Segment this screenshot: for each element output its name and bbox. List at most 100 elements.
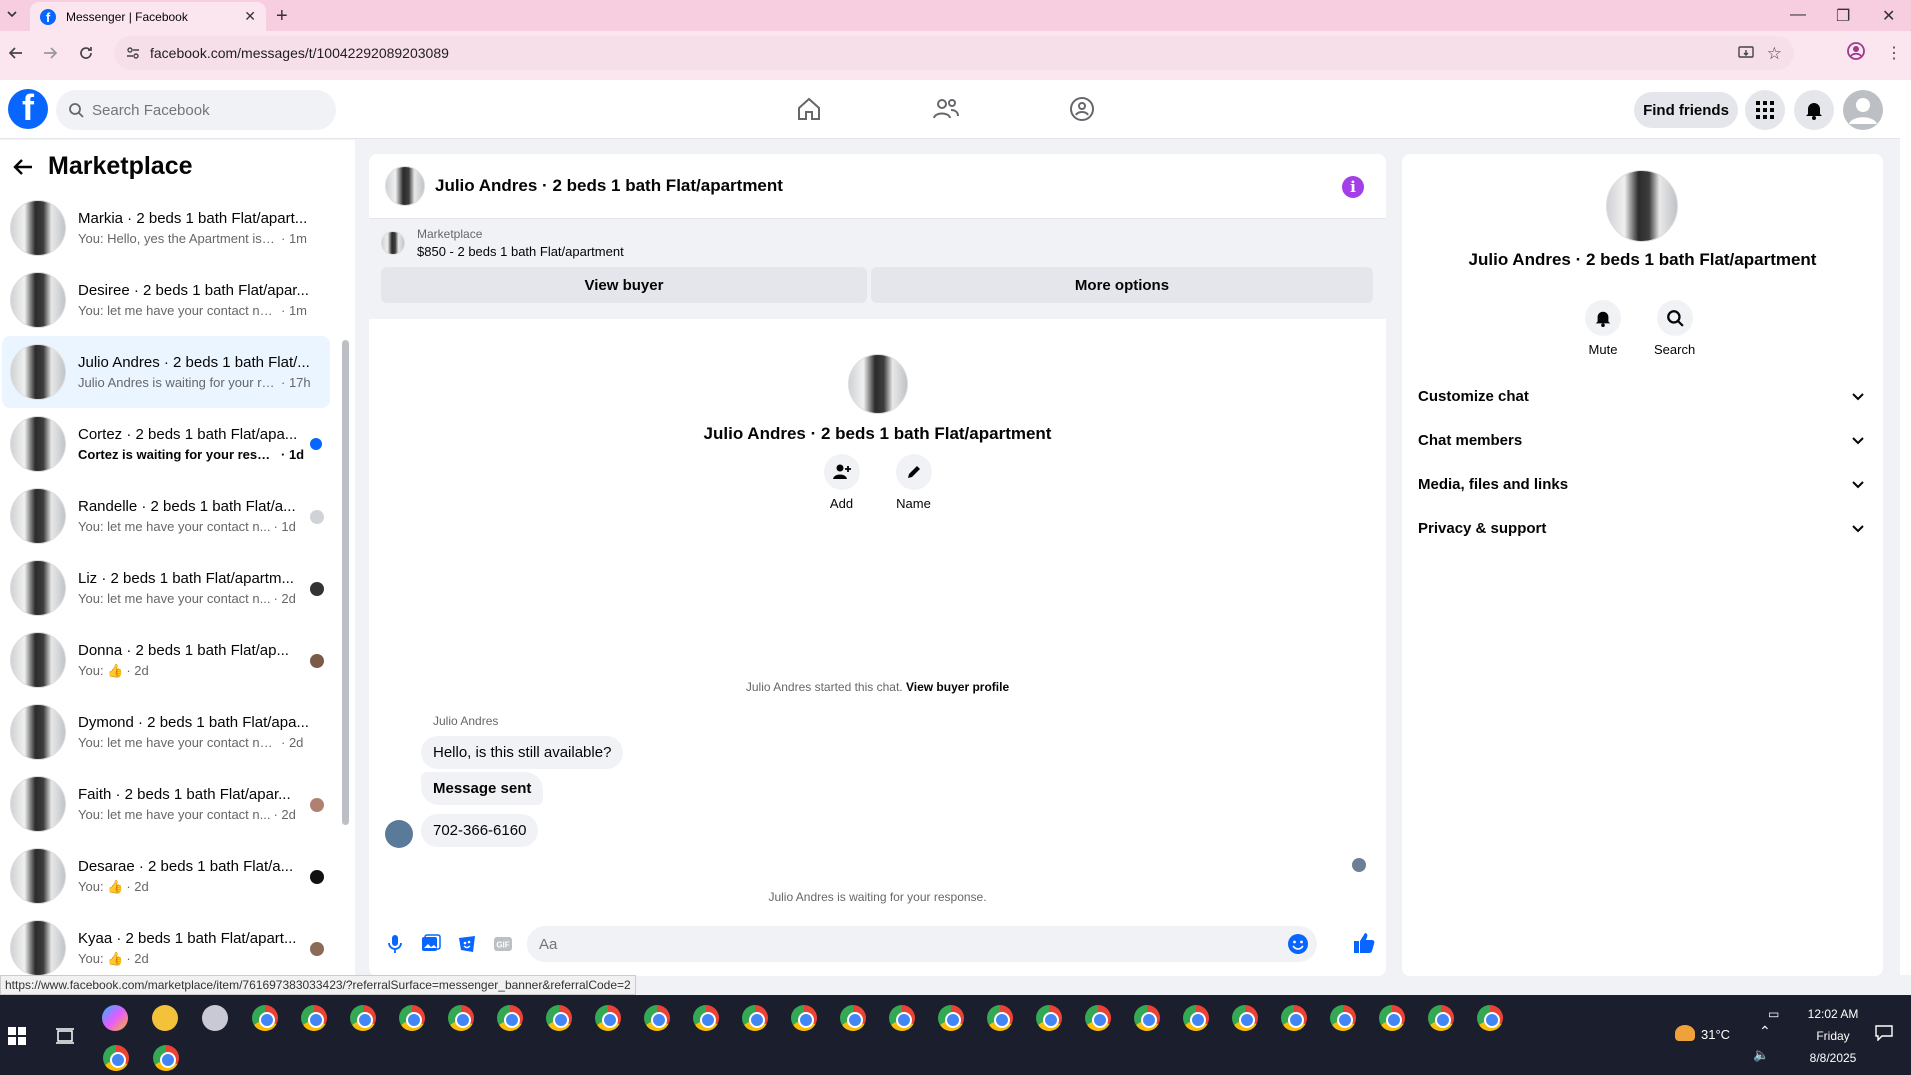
more-options-button[interactable]: More options [871, 267, 1373, 303]
chrome-icon[interactable] [546, 1005, 572, 1031]
chrome-icon[interactable] [840, 1005, 866, 1031]
facebook-search[interactable] [56, 90, 336, 130]
bookmark-star-icon[interactable]: ☆ [1767, 44, 1782, 64]
chrome-icon[interactable] [448, 1005, 474, 1031]
account-avatar[interactable] [1843, 90, 1883, 130]
profile-avatar[interactable] [847, 354, 908, 414]
conversation-item[interactable]: Markia · 2 beds 1 bath Flat/apart... You:… [2, 192, 330, 264]
conversation-item[interactable]: Donna · 2 beds 1 bath Flat/ap... You: 👍 · … [2, 624, 330, 696]
sidebar-scrollbar[interactable] [342, 340, 349, 825]
conversation-item[interactable]: Dymond · 2 beds 1 bath Flat/apa... You: l… [2, 696, 330, 768]
conversation-item[interactable]: Kyaa · 2 beds 1 bath Flat/apart... You: 👍… [2, 912, 330, 984]
home-icon[interactable] [796, 96, 822, 122]
chrome-icon[interactable] [889, 1005, 915, 1031]
chrome-icon[interactable] [595, 1005, 621, 1031]
chrome-icon[interactable] [252, 1005, 278, 1031]
browser-menu-icon[interactable]: ⋮ [1886, 43, 1902, 63]
section-privacy-support[interactable]: Privacy & support [1418, 506, 1873, 550]
conversation-item[interactable]: Randelle · 2 beds 1 bath Flat/a... You: l… [2, 480, 330, 552]
app-icon[interactable] [202, 1005, 228, 1031]
info-icon[interactable]: i [1342, 176, 1364, 198]
chrome-icon[interactable] [350, 1005, 376, 1031]
view-buyer-profile-link[interactable]: View buyer profile [906, 680, 1009, 694]
volume-icon[interactable]: 🔈 [1753, 1047, 1769, 1063]
browser-tab-messenger[interactable]: f Messenger | Facebook ✕ [30, 2, 266, 31]
find-friends-button[interactable]: Find friends [1634, 92, 1738, 128]
tray-chevron-icon[interactable]: ⌃ [1759, 1023, 1771, 1040]
chrome-icon[interactable] [301, 1005, 327, 1031]
conversation-item[interactable]: Faith · 2 beds 1 bath Flat/apar... You: l… [2, 768, 330, 840]
conversation-item[interactable]: Liz · 2 beds 1 bath Flat/apartm... You: l… [2, 552, 330, 624]
weather-icon[interactable] [1675, 1025, 1695, 1041]
conversation-item[interactable]: Julio Andres · 2 beds 1 bath Flat/... Jul… [2, 336, 330, 408]
notifications-button[interactable] [1794, 90, 1834, 130]
back-arrow-icon[interactable] [12, 156, 34, 178]
search-in-chat-button[interactable]: Search [1654, 300, 1695, 357]
chrome-icon[interactable] [1428, 1005, 1454, 1031]
message-input[interactable] [539, 935, 1239, 953]
add-person-button[interactable]: Add [806, 454, 878, 511]
restore-icon[interactable]: ❐ [1836, 6, 1850, 26]
file-explorer-icon[interactable] [152, 1005, 178, 1031]
message-bubble[interactable]: Message sent [421, 772, 544, 805]
listing-thumbnail[interactable] [381, 231, 405, 255]
chrome-icon[interactable] [1134, 1005, 1160, 1031]
task-view-icon[interactable] [56, 1027, 74, 1045]
page-scrollbar[interactable] [1900, 80, 1911, 975]
network-icon[interactable]: ▭ [1768, 1007, 1779, 1021]
chrome-icon[interactable] [103, 1045, 129, 1071]
chrome-icon[interactable] [693, 1005, 719, 1031]
details-avatar[interactable] [1606, 170, 1678, 242]
emoji-icon[interactable] [1287, 933, 1309, 955]
chat-title[interactable]: Julio Andres · 2 beds 1 bath Flat/apartm… [435, 176, 783, 196]
mute-button[interactable]: Mute [1585, 300, 1621, 357]
address-bar[interactable]: facebook.com/messages/t/1004229208920308… [114, 36, 1794, 70]
chrome-icon[interactable] [1232, 1005, 1258, 1031]
search-input[interactable] [92, 101, 322, 119]
view-buyer-button[interactable]: View buyer [381, 267, 867, 303]
sticker-icon[interactable] [457, 934, 477, 954]
clock-time[interactable]: 12:02 AM [1798, 1007, 1868, 1021]
section-media-files-links[interactable]: Media, files and links [1418, 462, 1873, 506]
listing-price[interactable]: $850 - 2 beds 1 bath Flat/apartment [417, 244, 624, 259]
message-bubble[interactable]: 702-366-6160 [421, 814, 539, 847]
conversation-item[interactable]: Cortez · 2 beds 1 bath Flat/apa... Cortez… [2, 408, 330, 480]
tab-list-chevron-icon[interactable] [6, 8, 18, 20]
windows-start-icon[interactable] [8, 1027, 26, 1045]
chrome-icon[interactable] [399, 1005, 425, 1031]
chrome-icon[interactable] [1183, 1005, 1209, 1031]
site-info-icon[interactable] [126, 46, 140, 60]
profile-icon[interactable] [1846, 41, 1866, 61]
chrome-icon[interactable] [497, 1005, 523, 1031]
edit-name-button[interactable]: Name [878, 454, 950, 511]
photo-icon[interactable] [421, 934, 441, 954]
chrome-icon[interactable] [938, 1005, 964, 1031]
conversation-item[interactable]: Desiree · 2 beds 1 bath Flat/apar... You:… [2, 264, 330, 336]
message-input-field[interactable] [527, 926, 1317, 962]
reload-icon[interactable] [78, 45, 94, 61]
chrome-icon[interactable] [644, 1005, 670, 1031]
chrome-icon[interactable] [742, 1005, 768, 1031]
section-customize-chat[interactable]: Customize chat [1418, 374, 1873, 418]
temperature[interactable]: 31°C [1701, 1027, 1741, 1042]
close-tab-icon[interactable]: ✕ [244, 8, 256, 25]
chat-avatar[interactable] [385, 166, 425, 206]
groups-icon[interactable] [1069, 96, 1095, 122]
clock-date[interactable]: 8/8/2025 [1798, 1051, 1868, 1065]
minimize-icon[interactable]: — [1790, 6, 1806, 24]
menu-grid-button[interactable] [1745, 90, 1785, 130]
sender-avatar[interactable] [385, 820, 413, 848]
chrome-icon[interactable] [1379, 1005, 1405, 1031]
forward-arrow-icon[interactable] [42, 45, 58, 61]
conversation-item[interactable]: Desarae · 2 beds 1 bath Flat/a... You: 👍 ·… [2, 840, 330, 912]
notification-center-icon[interactable] [1875, 1025, 1893, 1041]
chrome-icon[interactable] [1281, 1005, 1307, 1031]
new-tab-icon[interactable]: + [276, 5, 288, 28]
chrome-icon[interactable] [1330, 1005, 1356, 1031]
facebook-logo[interactable]: f [8, 89, 48, 129]
microphone-icon[interactable] [387, 934, 403, 954]
chrome-icon[interactable] [153, 1045, 179, 1071]
back-arrow-icon[interactable] [8, 45, 24, 61]
chrome-icon[interactable] [1036, 1005, 1062, 1031]
thumbs-up-icon[interactable] [1353, 932, 1375, 954]
